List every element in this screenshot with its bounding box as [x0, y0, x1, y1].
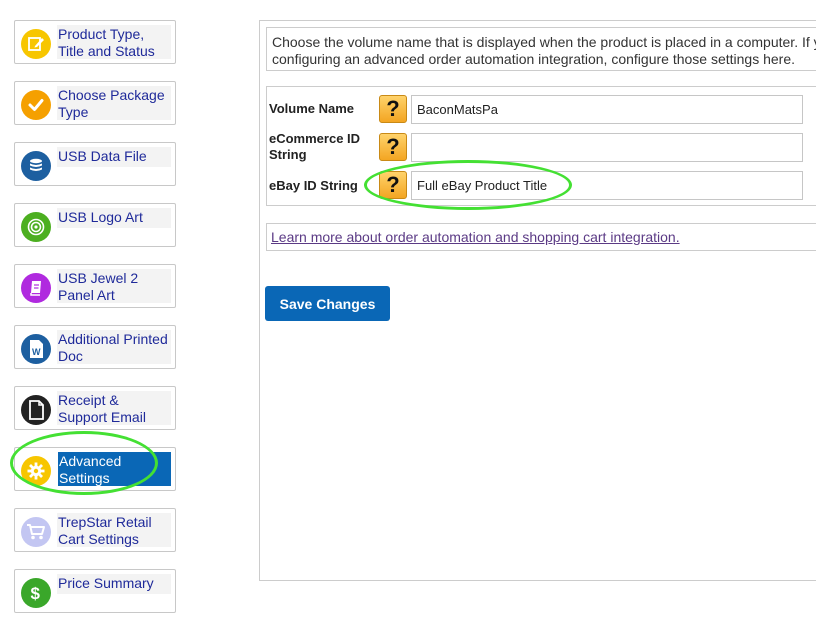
ecommerce-id-help-icon[interactable]: ?: [379, 133, 407, 161]
sidebar-item-receipt-email[interactable]: Receipt & Support Email: [14, 386, 176, 430]
edit-icon: [21, 29, 51, 59]
sidebar-item-usb-data-file[interactable]: USB Data File: [14, 142, 176, 186]
ecommerce-id-label: eCommerce ID String: [269, 131, 361, 162]
document-icon: [21, 395, 51, 425]
page: Product Type, Title and Status Choose Pa…: [0, 0, 816, 624]
learn-more-link[interactable]: Learn more about order automation and sh…: [271, 229, 680, 245]
sidebar-item-usb-jewel-art[interactable]: USB Jewel 2 Panel Art: [14, 264, 176, 308]
gear-icon: [21, 456, 51, 486]
ebay-id-help-icon[interactable]: ?: [379, 171, 407, 199]
sidebar-item-label: Product Type, Title and Status: [57, 25, 171, 59]
volume-name-label: Volume Name: [269, 101, 355, 116]
volume-name-help-icon[interactable]: ?: [379, 95, 407, 123]
description-box: Choose the volume name that is displayed…: [266, 27, 816, 71]
database-icon: [21, 151, 51, 181]
word-doc-icon: W: [21, 334, 51, 364]
sidebar-item-label: Additional Printed Doc: [57, 330, 171, 364]
svg-text:W: W: [32, 347, 41, 357]
sidebar-item-label: Price Summary: [57, 574, 171, 594]
fields-box: Volume Name ? eCommerce ID String ? eBay…: [266, 86, 816, 206]
sidebar-item-label: Choose Package Type: [57, 86, 171, 120]
ecommerce-id-input[interactable]: [411, 133, 803, 162]
sidebar-item-label: Receipt & Support Email: [57, 391, 171, 425]
description-text: Choose the volume name that is displayed…: [272, 34, 816, 50]
sidebar-item-advanced-settings[interactable]: Advanced Settings: [14, 447, 176, 491]
description-text-line2: configuring an advanced order automation…: [272, 51, 796, 67]
sidebar-item-label: USB Data File: [57, 147, 171, 167]
sidebar-item-price-summary[interactable]: $ Price Summary: [14, 569, 176, 613]
sidebar-item-label: Advanced Settings: [58, 452, 171, 486]
sidebar-item-product-type[interactable]: Product Type, Title and Status: [14, 20, 176, 64]
book-icon: [21, 273, 51, 303]
learn-more-box: Learn more about order automation and sh…: [266, 223, 816, 251]
cart-icon: [21, 517, 51, 547]
sidebar-item-package-type[interactable]: Choose Package Type: [14, 81, 176, 125]
sidebar-item-label: USB Jewel 2 Panel Art: [57, 269, 171, 303]
volume-name-input[interactable]: [411, 95, 803, 124]
sidebar-item-usb-logo-art[interactable]: USB Logo Art: [14, 203, 176, 247]
svg-text:$: $: [31, 584, 41, 603]
checkmark-icon: [21, 90, 51, 120]
save-changes-button[interactable]: Save Changes: [265, 286, 390, 321]
sidebar-item-retail-cart[interactable]: TrepStar Retail Cart Settings: [14, 508, 176, 552]
dollar-icon: $: [21, 578, 51, 608]
target-icon: [21, 212, 51, 242]
advanced-settings-panel: Choose the volume name that is displayed…: [259, 20, 816, 581]
sidebar-item-label: USB Logo Art: [57, 208, 171, 228]
ebay-id-input[interactable]: [411, 171, 803, 200]
sidebar-item-additional-doc[interactable]: W Additional Printed Doc: [14, 325, 176, 369]
ebay-id-label: eBay ID String: [269, 178, 358, 193]
sidebar-item-label: TrepStar Retail Cart Settings: [57, 513, 171, 547]
